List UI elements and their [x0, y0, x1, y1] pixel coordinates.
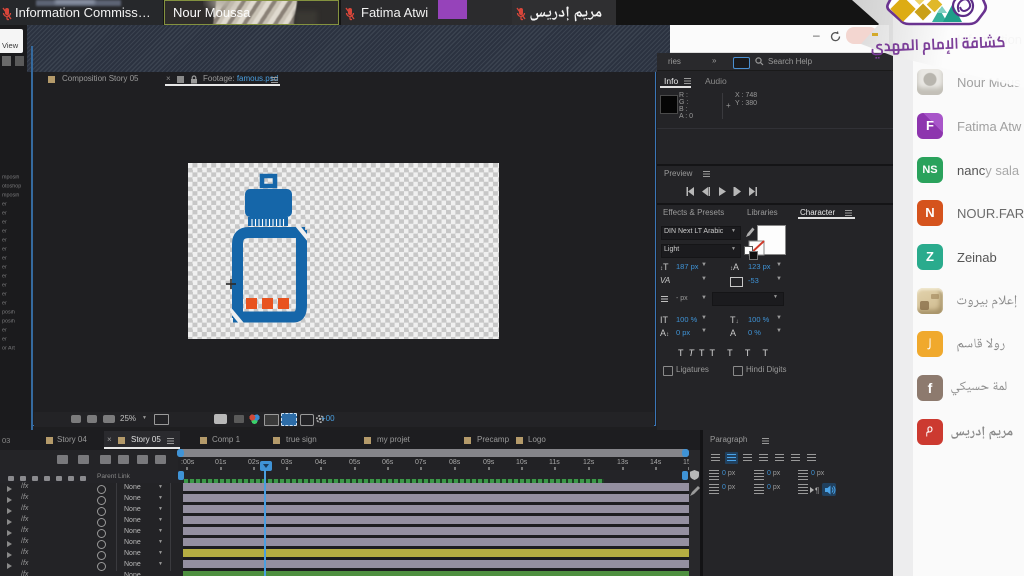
- svg-text:¶: ¶: [815, 487, 819, 495]
